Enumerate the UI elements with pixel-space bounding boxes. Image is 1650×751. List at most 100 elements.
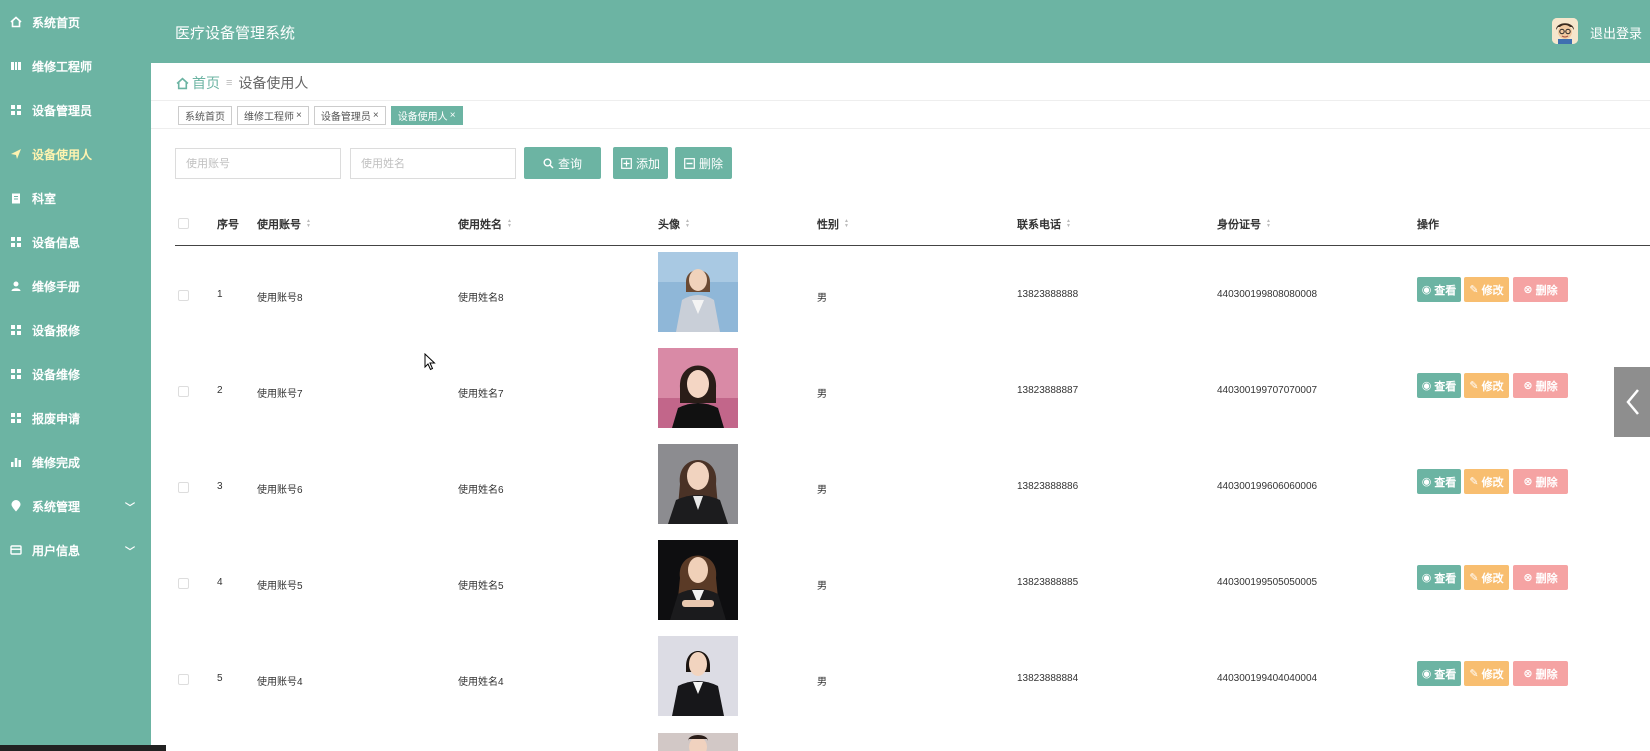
column-header-name[interactable]: 使用姓名 ▲ ▼ (458, 216, 512, 232)
sidebar-item-department[interactable]: 科室 (0, 176, 151, 220)
view-button[interactable]: ◉ 查看 (1417, 661, 1461, 686)
cell-account: 使用账号6 (257, 485, 303, 496)
avatar-photo[interactable] (658, 636, 738, 716)
column-header-avatar[interactable]: 头像 ▲ ▼ (658, 216, 690, 232)
eye-icon: ◉ (1421, 476, 1432, 488)
tag-label: 系统首页 (185, 112, 225, 123)
sort-icon[interactable]: ▲ ▼ (507, 219, 512, 229)
side-panel-toggle[interactable] (1614, 367, 1650, 437)
column-header-gender[interactable]: 性别 ▲ ▼ (817, 216, 849, 232)
view-button[interactable]: ◉ 查看 (1417, 469, 1461, 494)
sidebar-item-repair-manual[interactable]: 维修手册 (0, 264, 151, 308)
edit-icon: ✎ (1469, 284, 1479, 296)
sort-icon[interactable]: ▲ ▼ (1266, 219, 1271, 229)
delete-button[interactable]: ⊗ 删除 (1513, 373, 1568, 398)
table-row: 2 使用账号7 使用姓名7 男 13823888887 440300199707… (175, 344, 1650, 440)
column-header-idcard[interactable]: 身份证号 ▲ ▼ (1217, 216, 1271, 232)
sidebar-item-system-management[interactable]: 系统管理 ﹀ (0, 484, 151, 528)
delete-button[interactable]: ⊗ 删除 (1513, 661, 1568, 686)
sidebar-item-label: 设备报修 (32, 323, 81, 338)
eye-icon: ◉ (1421, 668, 1432, 680)
send-icon (10, 148, 22, 160)
cell-index: 5 (217, 673, 223, 684)
name-search-input[interactable] (350, 148, 516, 179)
cell-phone: 13823888888 (1017, 289, 1079, 300)
breadcrumb-home[interactable]: 首页 (176, 73, 220, 93)
view-button[interactable]: ◉ 查看 (1417, 277, 1461, 302)
sidebar-item-home[interactable]: 系统首页 (0, 0, 151, 44)
account-search-input[interactable] (175, 148, 341, 179)
column-header-label: 头像 (658, 219, 680, 231)
cell-phone: 13823888886 (1017, 481, 1079, 492)
sidebar-item-device-user[interactable]: 设备使用人 (0, 132, 151, 176)
column-header-phone[interactable]: 联系电话 ▲ ▼ (1017, 216, 1071, 232)
cell-index: 2 (217, 385, 223, 396)
close-icon[interactable]: × (296, 110, 302, 121)
minus-square-icon (684, 157, 695, 169)
sort-icon[interactable]: ▲ ▼ (1066, 219, 1071, 229)
sidebar-item-scrap-request[interactable]: 报废申请 (0, 396, 151, 440)
horizontal-scrollbar[interactable] (0, 745, 166, 751)
close-circle-icon: ⊗ (1523, 668, 1533, 680)
edit-button[interactable]: ✎ 修改 (1464, 469, 1509, 494)
close-circle-icon: ⊗ (1523, 476, 1533, 488)
sidebar-item-device-repair[interactable]: 设备维修 (0, 352, 151, 396)
tag-device-admin[interactable]: 设备管理员 × (313, 106, 386, 125)
delete-button[interactable]: ⊗ 删除 (1513, 469, 1568, 494)
avatar-photo[interactable] (658, 444, 738, 524)
sidebar-item-repair-done[interactable]: 维修完成 (0, 440, 151, 484)
sidebar-item-device-info[interactable]: 设备信息 (0, 220, 151, 264)
sort-icon[interactable]: ▲ ▼ (306, 219, 311, 229)
sidebar-item-label: 系统管理 (32, 499, 81, 514)
view-button-label: 查看 (1434, 380, 1457, 393)
row-checkbox[interactable] (178, 386, 189, 397)
row-checkbox[interactable] (178, 674, 189, 685)
close-icon[interactable]: × (373, 110, 379, 121)
row-checkbox[interactable] (178, 290, 189, 301)
cell-idcard: 440300199404040004 (1217, 673, 1318, 684)
sidebar-item-device-admin[interactable]: 设备管理员 (0, 88, 151, 132)
batch-delete-button[interactable]: 删除 (675, 147, 732, 179)
close-icon[interactable]: × (450, 110, 456, 121)
add-button[interactable]: 添加 (613, 147, 668, 179)
column-header-label: 使用姓名 (458, 219, 502, 231)
edit-button[interactable]: ✎ 修改 (1464, 277, 1509, 302)
edit-button[interactable]: ✎ 修改 (1464, 565, 1509, 590)
select-all-checkbox[interactable] (178, 218, 189, 229)
search-icon (543, 158, 554, 168)
sort-icon[interactable]: ▲ ▼ (685, 219, 690, 229)
tag-home[interactable]: 系统首页 (178, 106, 232, 125)
grid-icon (10, 236, 22, 248)
column-header-account[interactable]: 使用账号 ▲ ▼ (257, 216, 311, 232)
sidebar-item-user-info[interactable]: 用户信息 ﹀ (0, 528, 151, 572)
avatar-photo[interactable] (658, 252, 738, 332)
cell-gender: 男 (817, 485, 827, 496)
logout-button[interactable]: 退出登录 (1590, 23, 1642, 42)
sidebar-item-repair-engineer[interactable]: 维修工程师 (0, 44, 151, 88)
cell-gender: 男 (817, 581, 827, 592)
tag-repair-engineer[interactable]: 维修工程师 × (237, 106, 309, 125)
sidebar: 系统首页 维修工程师 设备管理员 设备使用人 科室 设备信息 维修手册 设备报修… (0, 0, 151, 751)
divider (175, 245, 1650, 246)
table-header: 序号 使用账号 ▲ ▼ 使用姓名 ▲ ▼ 头像 ▲ ▼ 性别 ▲ ▼ 联系电话 ▲ ▼ 身份证号 ▲ ▼… (175, 208, 1650, 246)
divider (151, 100, 1650, 101)
delete-button[interactable]: ⊗ 删除 (1513, 277, 1568, 302)
view-button[interactable]: ◉ 查看 (1417, 565, 1461, 590)
avatar-photo[interactable] (658, 540, 738, 620)
sidebar-item-label: 系统首页 (32, 15, 81, 30)
sidebar-item-device-report[interactable]: 设备报修 (0, 308, 151, 352)
avatar[interactable] (1552, 18, 1578, 44)
query-button[interactable]: 查询 (524, 147, 601, 179)
sidebar-item-label: 设备管理员 (32, 103, 93, 118)
avatar-photo[interactable] (658, 348, 738, 428)
row-checkbox[interactable] (178, 482, 189, 493)
view-button[interactable]: ◉ 查看 (1417, 373, 1461, 398)
cell-index: 4 (217, 577, 223, 588)
row-checkbox[interactable] (178, 578, 189, 589)
delete-button[interactable]: ⊗ 删除 (1513, 565, 1568, 590)
edit-button[interactable]: ✎ 修改 (1464, 373, 1509, 398)
edit-button[interactable]: ✎ 修改 (1464, 661, 1509, 686)
sort-icon[interactable]: ▲ ▼ (844, 219, 849, 229)
avatar-photo[interactable] (658, 733, 738, 751)
tag-device-user[interactable]: 设备使用人 × (390, 106, 463, 125)
